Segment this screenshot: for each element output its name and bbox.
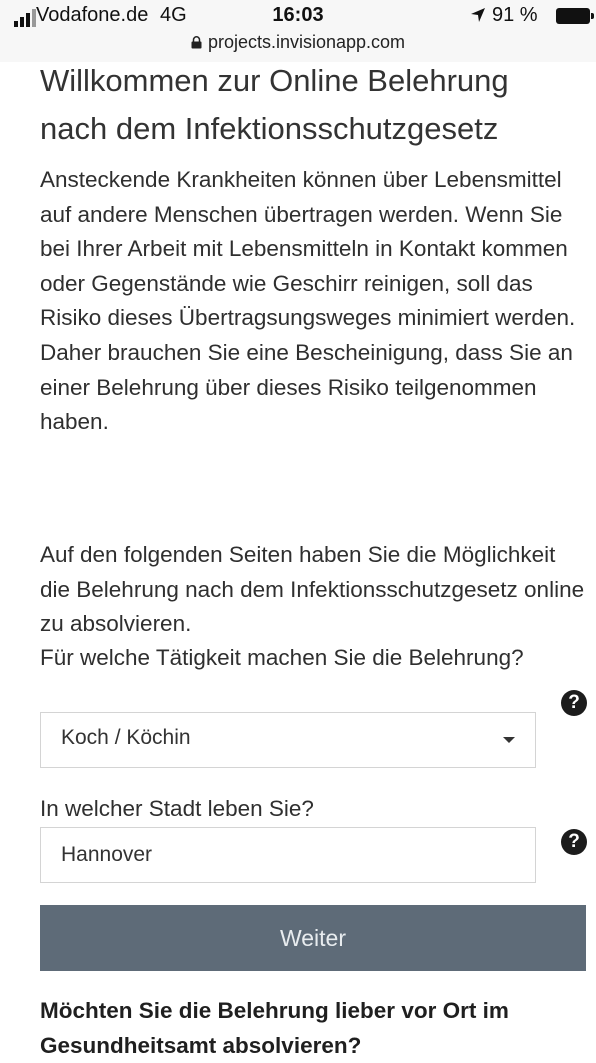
- location-arrow-icon: [471, 8, 485, 22]
- url-text: projects.invisionapp.com: [207, 32, 406, 52]
- caret-down-icon: [503, 737, 515, 743]
- status-bar: Vodafone.de 4G 16:03 91 % projects.invis…: [0, 0, 596, 62]
- city-input[interactable]: [40, 827, 536, 883]
- next-pages-paragraph: Auf den folgenden Seiten haben Sie die M…: [40, 542, 585, 637]
- url-bar[interactable]: projects.invisionapp.com: [0, 32, 596, 53]
- weiter-button[interactable]: Weiter: [40, 905, 586, 971]
- onsite-question: Möchten Sie die Belehrung lieber vor Ort…: [40, 998, 509, 1058]
- activity-label: Für welche Tätigkeit machen Sie die Bele…: [40, 645, 524, 670]
- help-icon[interactable]: ?: [561, 829, 587, 855]
- help-icon[interactable]: ?: [561, 690, 587, 716]
- activity-select-value: Koch / Köchin: [61, 726, 191, 749]
- intro-paragraph: Ansteckende Krankheiten können über Lebe…: [40, 167, 576, 435]
- lock-icon: [191, 36, 202, 49]
- activity-select[interactable]: Koch / Köchin: [40, 712, 536, 768]
- battery-percentage: 91 %: [492, 4, 538, 26]
- city-label: In welcher Stadt leben Sie?: [40, 796, 314, 821]
- status-row: Vodafone.de 4G 16:03 91 %: [0, 4, 596, 30]
- page-title: Willkommen zur Online Belehrung nach dem…: [40, 63, 509, 146]
- battery-icon: [556, 8, 594, 24]
